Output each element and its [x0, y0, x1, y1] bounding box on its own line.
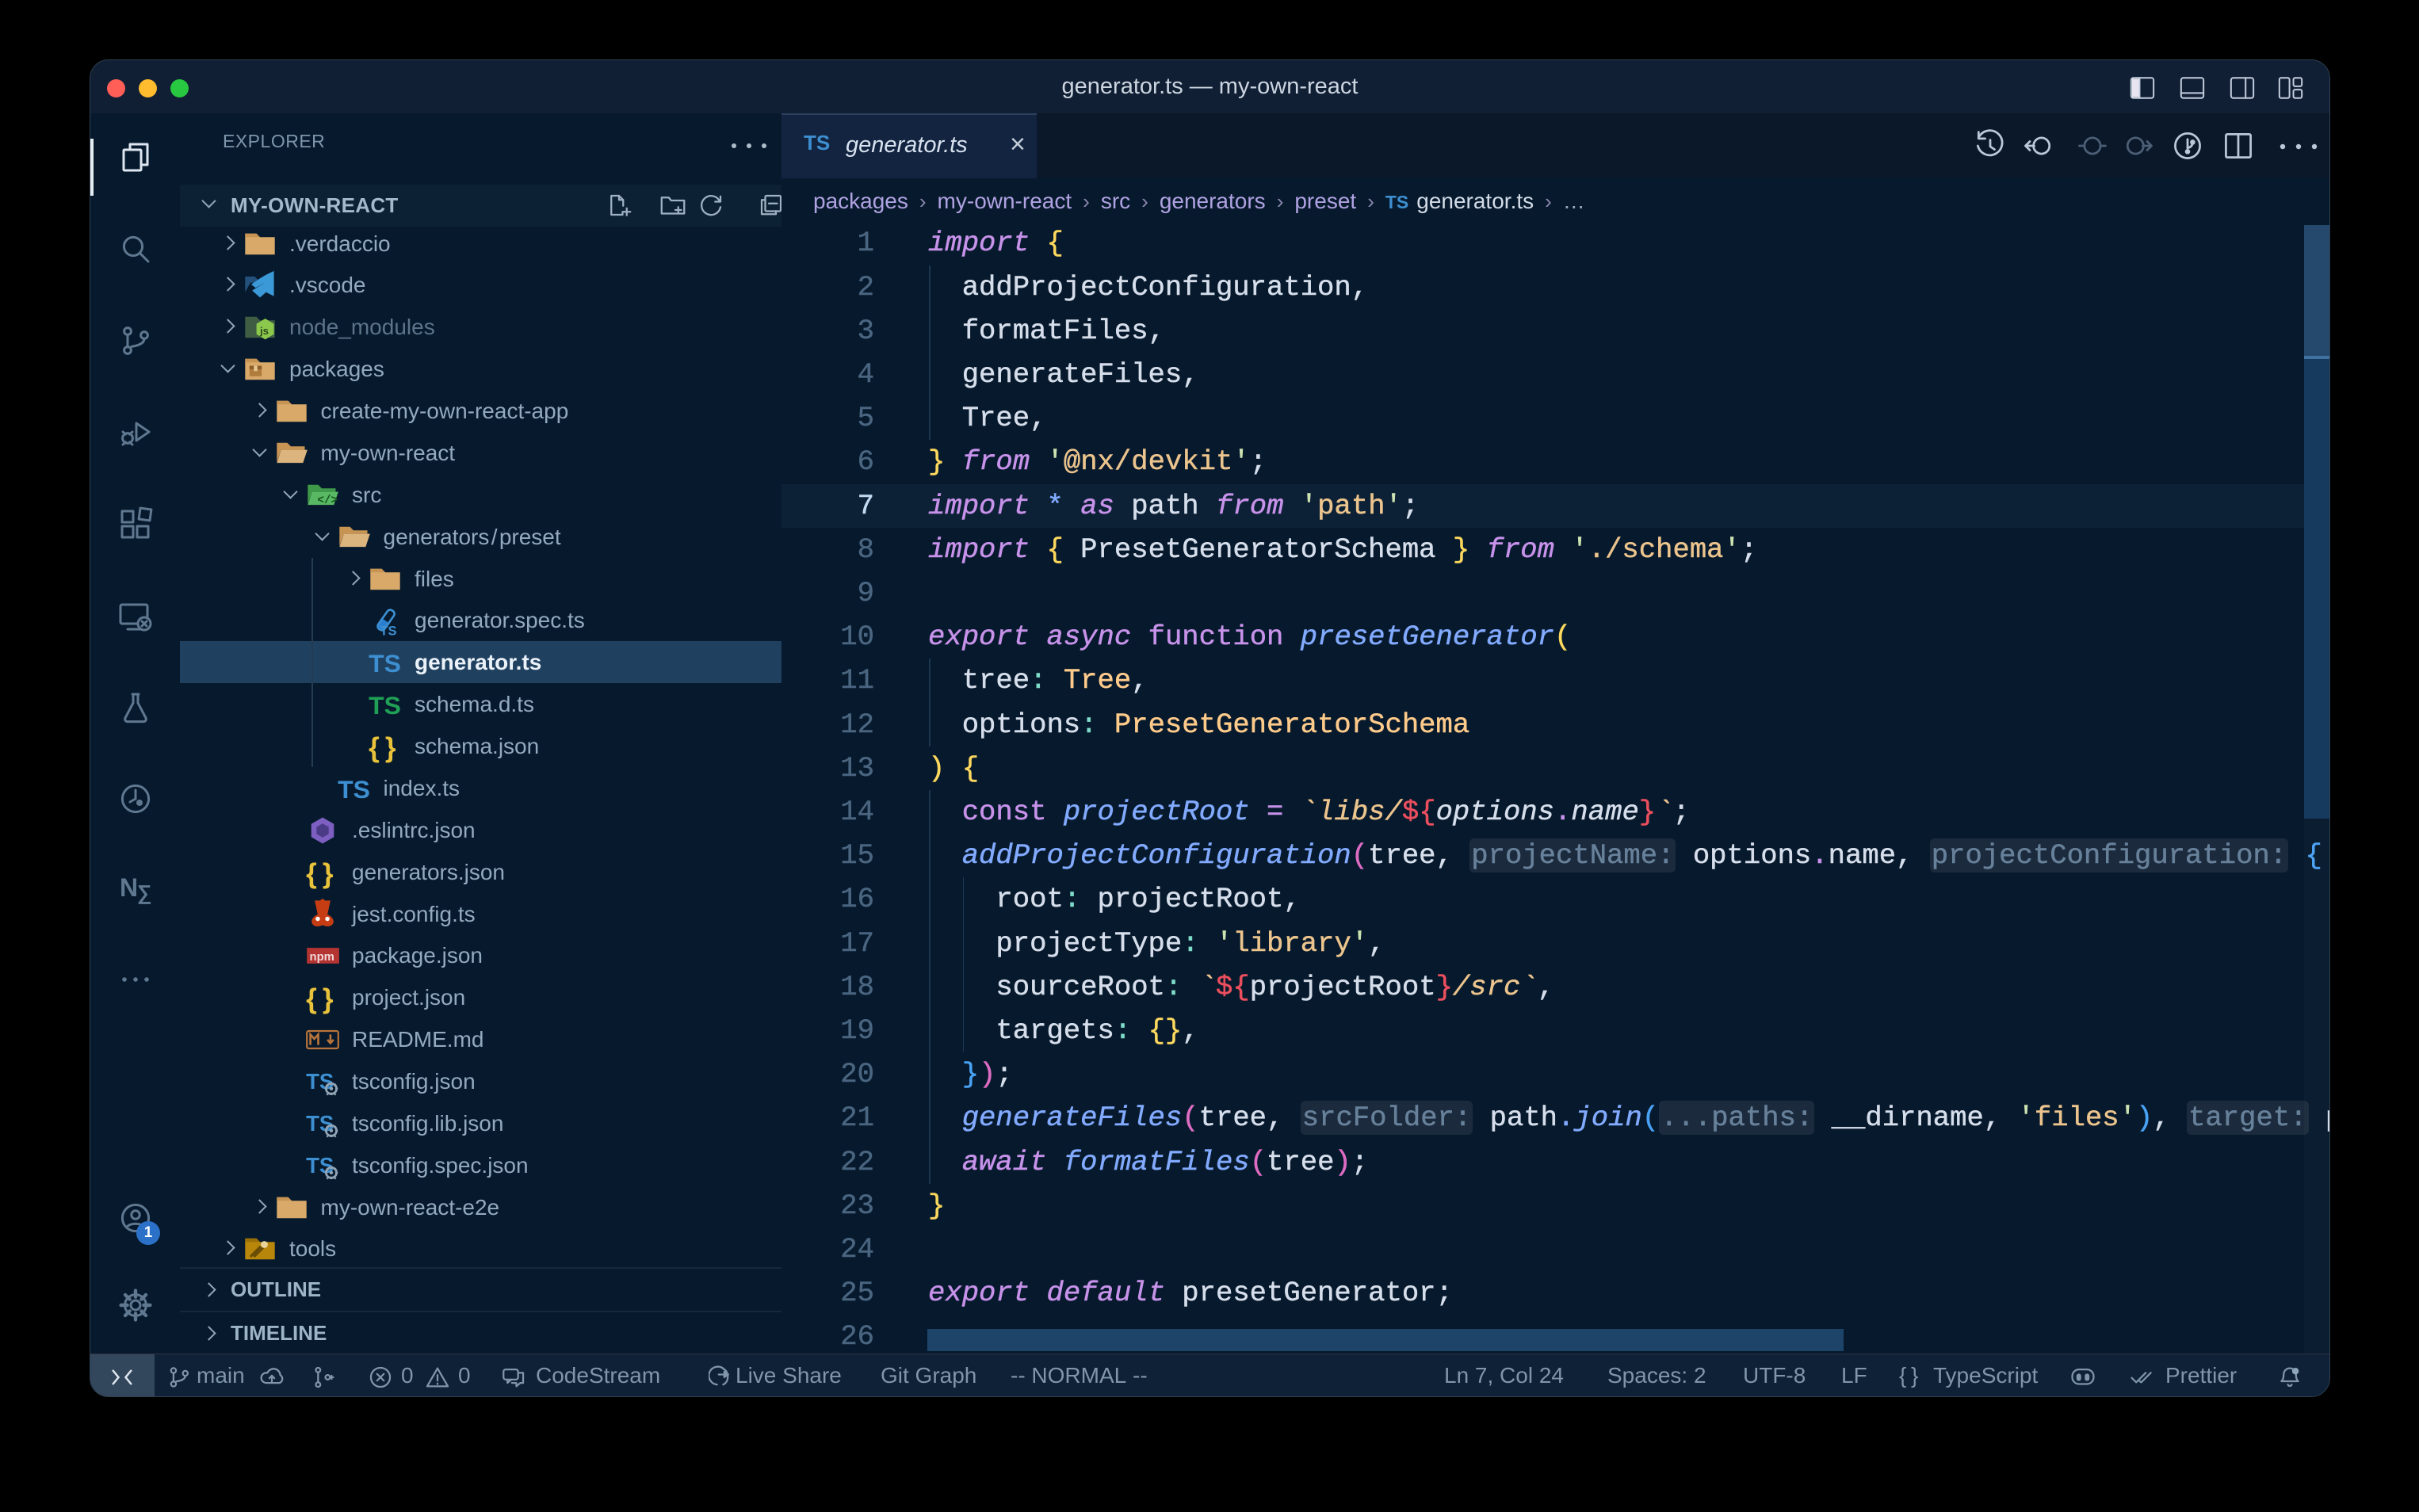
- svg-text:</>: </>: [317, 494, 338, 507]
- svg-text:N: N: [120, 873, 138, 902]
- svg-text:npm: npm: [310, 951, 334, 964]
- svg-text:js: js: [259, 325, 269, 337]
- svg-text:∑: ∑: [137, 880, 152, 904]
- svg-text:TS: TS: [306, 1152, 334, 1177]
- svg-text:{ }: { }: [369, 732, 396, 763]
- svg-text:{ }: { }: [306, 983, 334, 1014]
- svg-text:TS: TS: [369, 649, 401, 678]
- svg-text:TS: TS: [306, 1111, 334, 1136]
- svg-text:TS: TS: [380, 624, 396, 638]
- svg-text:TS: TS: [369, 691, 401, 720]
- svg-text:{ }: { }: [306, 858, 334, 889]
- svg-text:TS: TS: [306, 1069, 334, 1094]
- svg-text:TS: TS: [338, 775, 370, 804]
